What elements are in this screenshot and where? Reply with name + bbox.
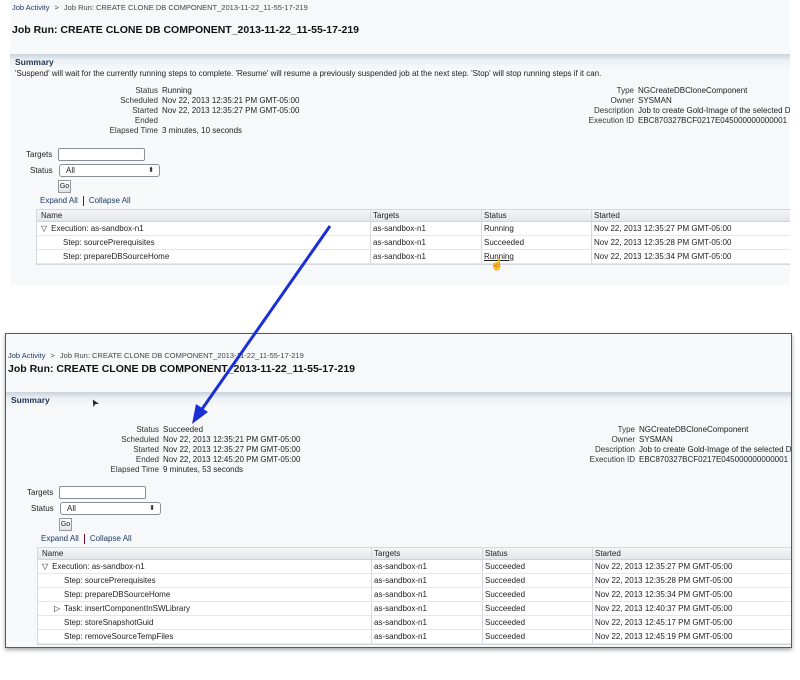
annotation-arrow bbox=[192, 225, 332, 424]
